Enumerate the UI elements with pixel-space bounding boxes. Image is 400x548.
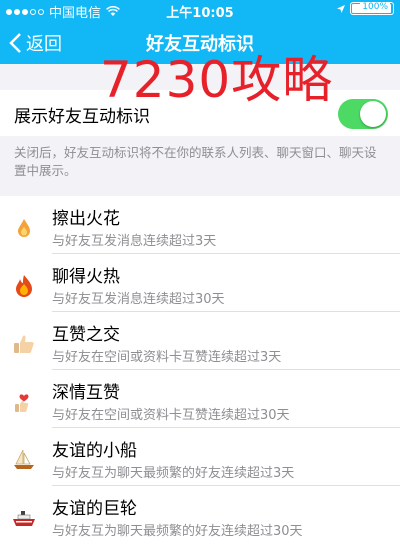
thumbs-up-icon — [14, 335, 34, 353]
big-flame-icon — [16, 275, 32, 297]
item-desc: 与好友互发消息连续超过3天 — [52, 234, 217, 249]
item-title: 友谊的小船 — [52, 441, 137, 461]
nav-bar: 返回 好友互动标识 — [0, 20, 400, 64]
item-desc: 与好友互为聊天最频繁的好友连续超过30天 — [52, 524, 303, 539]
item-desc: 与好友互发消息连续超过30天 — [52, 292, 225, 307]
heart-thumbs-up-icon — [15, 394, 29, 412]
location-arrow-icon — [337, 4, 345, 13]
ship-icon — [13, 511, 35, 526]
battery-label: 100% — [360, 2, 390, 12]
list-item: 互赞之交 与好友在空间或资料卡互赞连续超过3天 — [0, 312, 400, 370]
small-flame-icon — [18, 219, 30, 237]
toggle-knob — [360, 101, 386, 127]
toggle-label: 展示好友互动标识 — [14, 107, 150, 127]
list-item: 友谊的巨轮 与好友互为聊天最频繁的好友连续超过30天 — [0, 486, 400, 544]
list-item: 深情互赞 与好友在空间或资料卡互赞连续超过30天 — [0, 370, 400, 428]
toggle-row: 展示好友互动标识 — [0, 90, 400, 136]
list-item: 擦出火花 与好友互发消息连续超过3天 — [0, 196, 400, 254]
list-item: 友谊的小船 与好友互为聊天最频繁的好友连续超过3天 — [0, 428, 400, 486]
description-note: 关闭后，好友互动标识将不在你的联系人列表、聊天窗口、聊天设置中展示。 — [14, 145, 377, 178]
item-title: 互赞之交 — [52, 325, 120, 345]
status-bar: 中国电信 上午10:05 100% — [0, 0, 400, 21]
item-desc: 与好友互为聊天最频繁的好友连续超过3天 — [52, 466, 295, 481]
item-title: 深情互赞 — [52, 383, 120, 403]
sailboat-icon — [14, 449, 34, 469]
page-title: 好友互动标识 — [146, 34, 254, 55]
item-desc: 与好友在空间或资料卡互赞连续超过3天 — [52, 350, 282, 365]
show-badges-toggle[interactable] — [338, 99, 388, 129]
status-right: 100% — [336, 2, 394, 15]
badge-list: 擦出火花 与好友互发消息连续超过3天 聊得火热 与好友互发消息连续超过30天 互… — [0, 196, 400, 548]
item-title: 聊得火热 — [52, 267, 120, 287]
list-item: 聊得火热 与好友互发消息连续超过30天 — [0, 254, 400, 312]
item-title: 擦出火花 — [52, 209, 120, 229]
item-desc: 与好友在空间或资料卡互赞连续超过30天 — [52, 408, 290, 423]
item-title: 友谊的巨轮 — [52, 499, 137, 519]
battery-icon: 100% — [350, 2, 394, 15]
